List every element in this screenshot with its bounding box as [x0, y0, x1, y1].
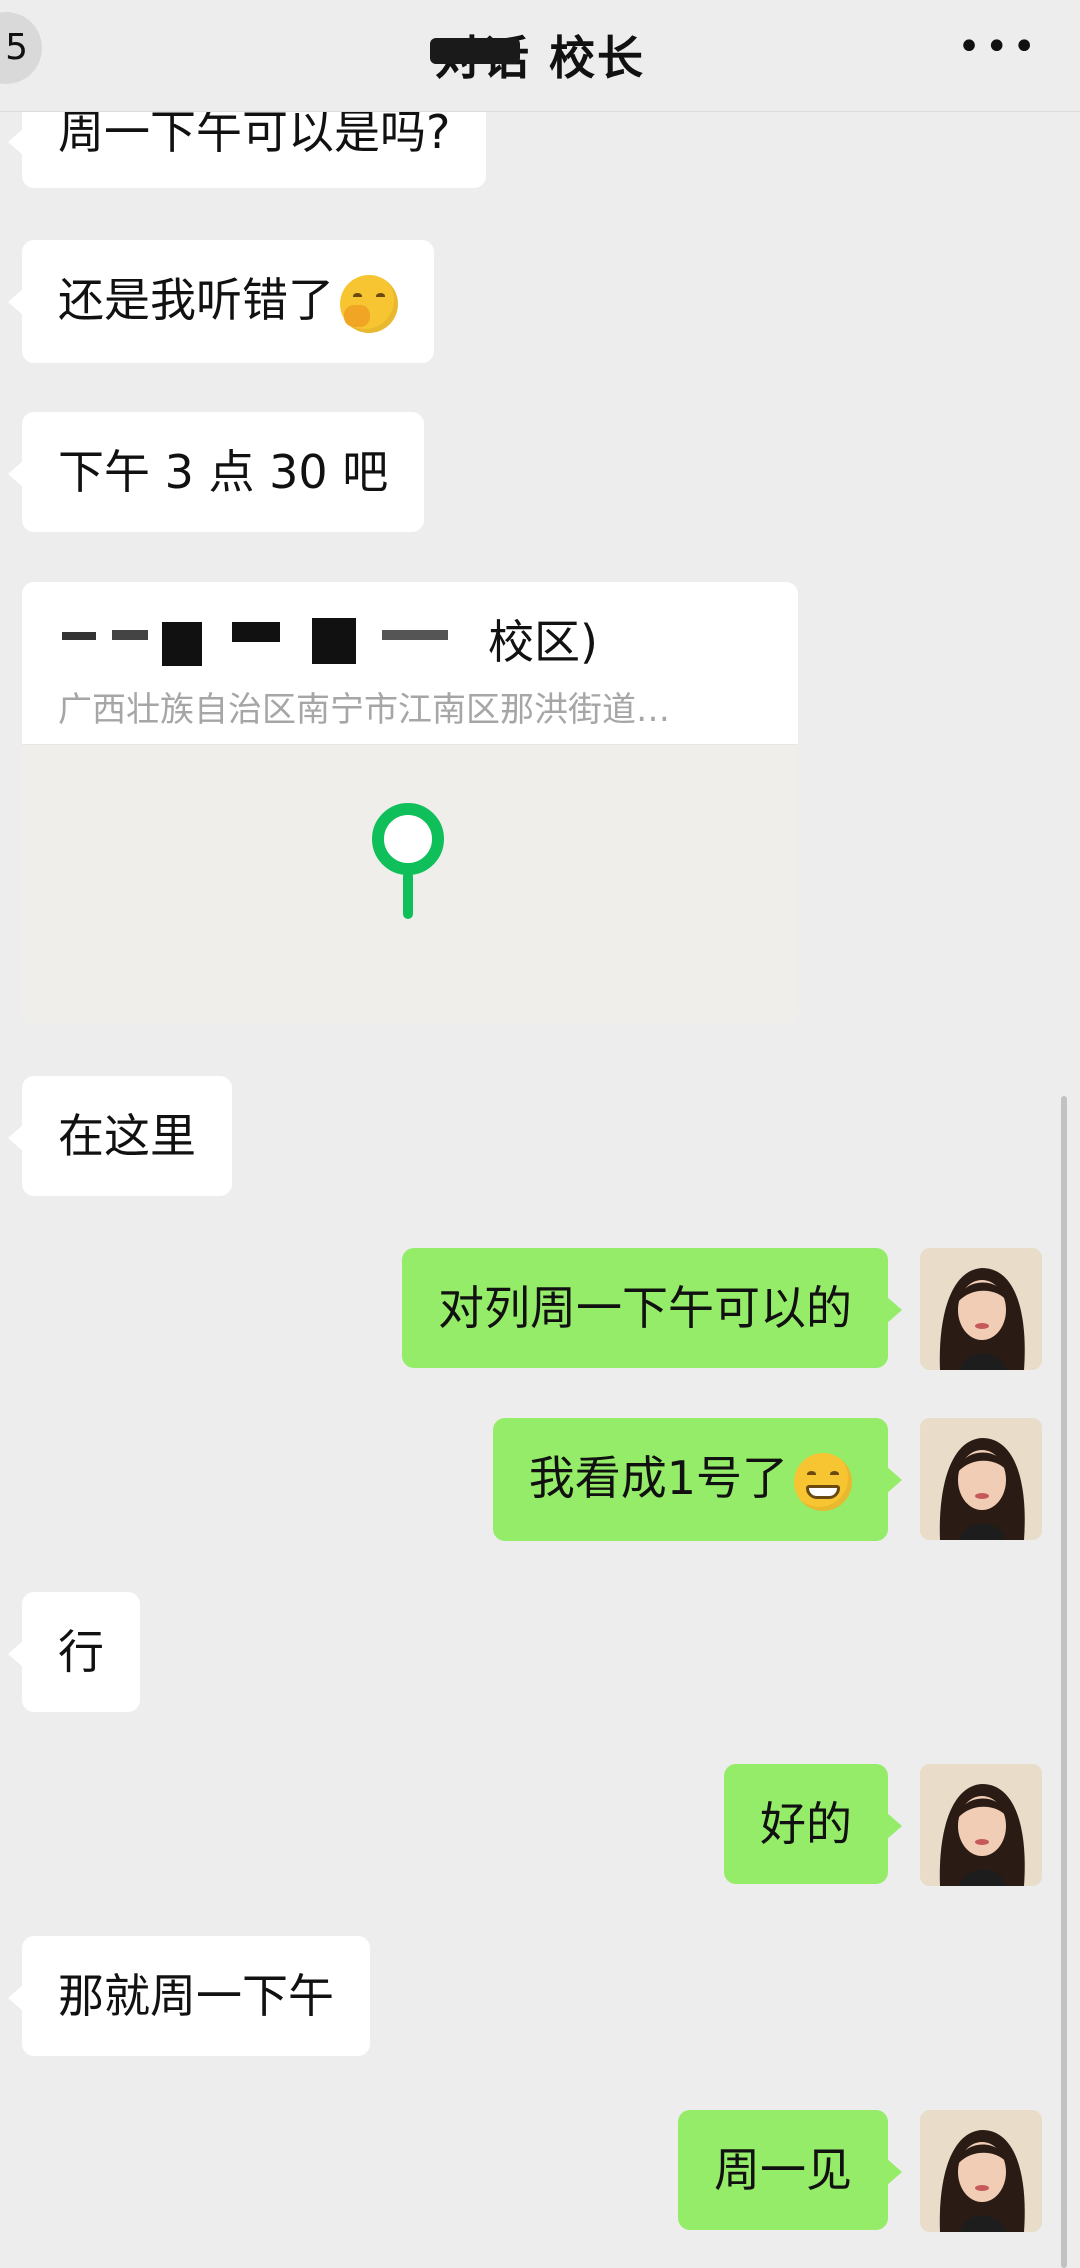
message-text: 我看成1号了 — [528, 1451, 788, 1505]
message-bubble-outgoing[interactable]: 我看成1号了 — [492, 1418, 903, 1541]
message-bubble-incoming[interactable]: 下午 3 点 30 吧 — [7, 412, 425, 532]
redaction-mark — [112, 630, 148, 640]
message-bubble-incoming[interactable]: 还是我听错了 — [8, 240, 434, 363]
user-avatar[interactable] — [920, 2110, 1042, 2232]
message-text: 行 — [58, 1625, 104, 1679]
message-text: 周一见 — [714, 2143, 852, 2197]
redaction-mark — [312, 618, 356, 664]
message-bubble-outgoing[interactable]: 周一见 — [678, 2110, 902, 2230]
chat-title: 对话 校长 — [434, 31, 645, 85]
redaction-mark — [162, 622, 202, 666]
message-text: 在这里 — [58, 1109, 196, 1163]
more-options-button[interactable]: ••• — [957, 27, 1040, 67]
redaction-mark — [62, 632, 96, 640]
location-map-preview — [22, 744, 798, 1024]
message-text: 对列周一下午可以的 — [438, 1281, 852, 1335]
avatar-portrait — [920, 1248, 1042, 1370]
chat-header: 5 对话 校长 ••• — [0, 0, 1080, 112]
message-text: 周一下午可以是吗? — [58, 105, 451, 159]
message-text: 还是我听错了 — [58, 273, 334, 327]
location-message-card[interactable]: 校区) 广西壮族自治区南宁市江南区那洪街道… — [22, 582, 798, 1024]
message-bubble-outgoing[interactable]: 好的 — [724, 1764, 902, 1884]
user-avatar[interactable] — [920, 1764, 1042, 1886]
message-bubble-incoming[interactable]: 行 — [8, 1592, 140, 1712]
face-with-hand-over-mouth-icon — [340, 274, 398, 333]
message-text: 下午 3 点 30 吧 — [58, 445, 389, 499]
avatar-portrait — [920, 1764, 1042, 1886]
scrollbar[interactable] — [1061, 1096, 1067, 2268]
message-bubble-incoming[interactable]: 那就周一下午 — [8, 1936, 370, 2056]
location-pin-icon — [372, 803, 444, 875]
message-text: 那就周一下午 — [58, 1969, 334, 2023]
message-bubble-outgoing[interactable]: 对列周一下午可以的 — [402, 1248, 902, 1368]
redaction-mark — [382, 630, 448, 640]
user-avatar[interactable] — [920, 1418, 1042, 1540]
grinning-face-icon — [794, 1452, 852, 1511]
message-bubble-incoming[interactable]: 在这里 — [8, 1076, 232, 1196]
redaction-mark — [232, 622, 280, 642]
avatar-portrait — [920, 1418, 1042, 1540]
location-address: 广西壮族自治区南宁市江南区那洪街道… — [58, 690, 670, 730]
avatar-portrait — [920, 2110, 1042, 2232]
redaction-mark — [430, 38, 520, 64]
location-pin-stem — [403, 871, 413, 919]
message-text: 好的 — [760, 1797, 852, 1851]
user-avatar[interactable] — [920, 1248, 1042, 1370]
